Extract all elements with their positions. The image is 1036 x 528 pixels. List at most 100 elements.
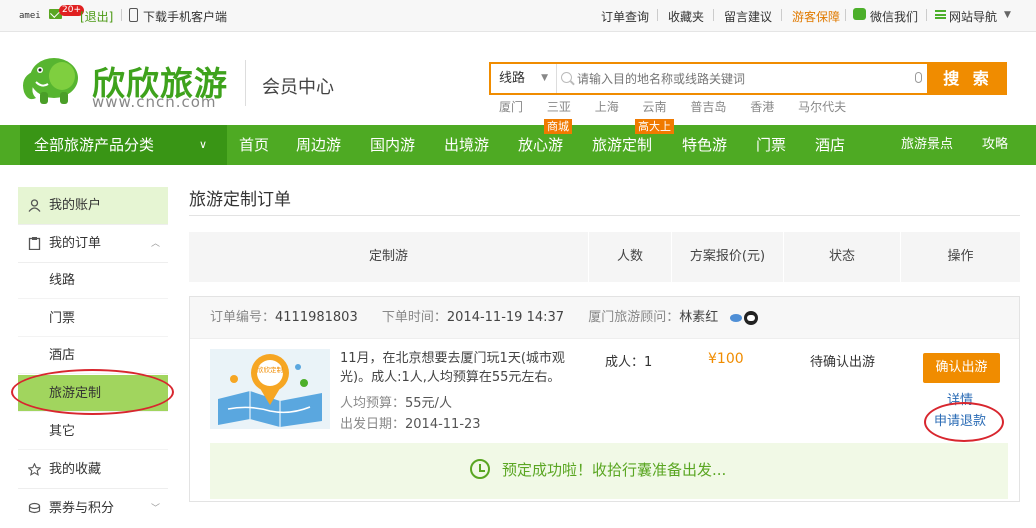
- coins-icon: [28, 502, 41, 514]
- sidebar-item-favorites[interactable]: 我的收藏: [18, 451, 168, 489]
- divider: [121, 9, 122, 21]
- title-divider: [189, 215, 1020, 216]
- sidebar-item-orders[interactable]: 我的订单 ︿: [18, 225, 168, 263]
- sidebar-subitem-tickets[interactable]: 门票: [18, 300, 168, 337]
- member-center-title: 会员中心: [262, 77, 334, 98]
- budget-row: 人均预算：55元/人: [340, 392, 452, 411]
- sidebar-subitem-routes[interactable]: 线路: [18, 262, 168, 299]
- chevron-down-icon: ∨: [198, 138, 207, 151]
- username[interactable]: amei: [19, 11, 41, 21]
- departure-date: 2014-11-23: [405, 417, 481, 432]
- premium-tag: 高大上: [635, 119, 674, 134]
- custom-travel-thumbnail[interactable]: 欣欣定制: [210, 349, 330, 429]
- order-description[interactable]: 11月，在北京想要去厦门玩1天(城市观光)。成人:1人,人均预算在55元左右。: [340, 349, 585, 387]
- hot-destination-link[interactable]: 香港: [750, 100, 774, 114]
- chevron-up-icon: ︿: [150, 239, 160, 249]
- hot-destination-link[interactable]: 云南: [643, 100, 667, 114]
- order-header: 订单编号：4111981803 下单时间：2014-11-19 14:37 厦门…: [190, 297, 1019, 339]
- success-banner: 预定成功啦！收拾行囊准备出发...: [210, 443, 1008, 499]
- user-icon: [28, 199, 41, 212]
- order-time: 2014-11-19 14:37: [446, 310, 565, 325]
- hot-destination-link[interactable]: 普吉岛: [690, 100, 726, 114]
- column-header: 状态: [784, 232, 901, 282]
- hot-destinations: 厦门 三亚 上海 云南 普吉岛 香港 马尔代夫: [499, 98, 866, 115]
- header-divider: [245, 60, 246, 106]
- column-header: 人数: [589, 232, 672, 282]
- advisor-name: 林素红: [679, 310, 719, 325]
- hot-destination-link[interactable]: 马尔代夫: [798, 100, 846, 114]
- logo-url: www.cncn.com: [92, 93, 217, 111]
- download-app-link[interactable]: 下载手机客户端: [143, 8, 227, 25]
- star-icon: [28, 463, 41, 476]
- departure-row: 出发日期：2014-11-23: [340, 413, 481, 432]
- sidebar-item-coupons[interactable]: 票券与积分 ﹀: [18, 490, 168, 528]
- column-header: 操作: [947, 249, 974, 264]
- search-input[interactable]: [577, 64, 907, 93]
- divider: [713, 9, 714, 21]
- success-message: 预定成功啦！收拾行囊准备出发...: [502, 461, 727, 479]
- tourist-safety-link[interactable]: 游客保障: [792, 8, 840, 25]
- order-card: 订单编号：4111981803 下单时间：2014-11-19 14:37 厦门…: [189, 296, 1020, 502]
- budget-value: 55元/人: [405, 396, 452, 411]
- nav-featured[interactable]: 特色游: [682, 125, 727, 165]
- nav-guides[interactable]: 攻略: [982, 125, 1008, 165]
- confirm-trip-button[interactable]: 确认出游: [923, 353, 1000, 383]
- annotation-circle: [11, 369, 174, 415]
- sidebar-subitem-other[interactable]: 其它: [18, 413, 168, 450]
- divider: [845, 9, 846, 21]
- order-number-label: 订单编号：: [210, 310, 276, 325]
- nav-home[interactable]: 首页: [239, 125, 269, 165]
- nav-domestic[interactable]: 国内游: [370, 125, 415, 165]
- search-type-select[interactable]: 线路 ▼: [491, 64, 557, 93]
- table-header: 定制游 人数 方案报价(元) 状态 操作: [189, 232, 1020, 282]
- chevron-down-icon: ▼: [541, 73, 548, 83]
- chat-bubble-icon[interactable]: [730, 313, 743, 322]
- qq-icon[interactable]: [744, 310, 759, 325]
- phone-icon: [129, 8, 138, 22]
- site-nav-link[interactable]: 网站导航: [949, 8, 997, 25]
- clock-icon: [470, 459, 490, 479]
- divider: [657, 9, 658, 21]
- menu-icon: [935, 10, 946, 19]
- search-button[interactable]: 搜 索: [929, 62, 1007, 95]
- divider: [926, 9, 927, 21]
- sidebar-item-account[interactable]: 我的账户: [18, 187, 168, 225]
- sidebar-item-label: 我的账户: [49, 198, 102, 213]
- sidebar: 我的账户 我的订单 ︿ 线路 门票 酒店 旅游定制 其它 我的收藏 票券与积分 …: [18, 185, 168, 516]
- wechat-icon: [853, 8, 866, 20]
- departure-label: 出发日期：: [340, 417, 406, 432]
- category-menu[interactable]: 全部旅游产品分类 ∨: [20, 125, 227, 165]
- logout-link[interactable]: [退出]: [80, 8, 113, 25]
- search-icon: [561, 72, 572, 83]
- order-query-link[interactable]: 订单查询: [601, 8, 649, 25]
- clipboard-icon: [28, 237, 41, 250]
- microphone-icon[interactable]: [915, 72, 922, 83]
- nav-hotels[interactable]: 酒店: [815, 125, 845, 165]
- nav-outbound[interactable]: 出境游: [444, 125, 489, 165]
- elephant-logo-icon[interactable]: [18, 52, 82, 108]
- chevron-down-icon: ▼: [1004, 10, 1011, 20]
- favorites-link[interactable]: 收藏夹: [668, 8, 704, 25]
- mall-tag: 商城: [544, 119, 572, 134]
- feedback-link[interactable]: 留言建议: [724, 8, 772, 25]
- wechat-link[interactable]: 微信我们: [870, 8, 918, 25]
- nav-nearby[interactable]: 周边游: [296, 125, 341, 165]
- divider: [781, 9, 782, 21]
- page-title: 旅游定制订单: [189, 190, 291, 210]
- nav-tickets[interactable]: 门票: [756, 125, 786, 165]
- sidebar-item-label: 我的订单: [49, 236, 102, 251]
- hot-destination-link[interactable]: 三亚: [547, 100, 571, 114]
- hot-destination-link[interactable]: 上海: [595, 100, 619, 114]
- annotation-circle: [924, 402, 1004, 442]
- quoted-price: ¥100: [708, 351, 744, 367]
- column-header: 定制游: [189, 232, 589, 282]
- top-bar: amei 20+ [退出] 下载手机客户端 订单查询 收藏夹 留言建议 游客保障…: [0, 0, 1036, 32]
- advisor-label: 厦门旅游顾问：: [588, 310, 680, 325]
- nav-attractions[interactable]: 旅游景点: [901, 125, 953, 165]
- hot-destination-link[interactable]: 厦门: [499, 100, 523, 114]
- people-count: 成人：1: [605, 355, 653, 370]
- column-header: 方案报价(元): [672, 232, 784, 282]
- order-status: 待确认出游: [810, 355, 876, 370]
- order-time-label: 下单时间：: [381, 310, 447, 325]
- search-type-label: 线路: [499, 71, 526, 86]
